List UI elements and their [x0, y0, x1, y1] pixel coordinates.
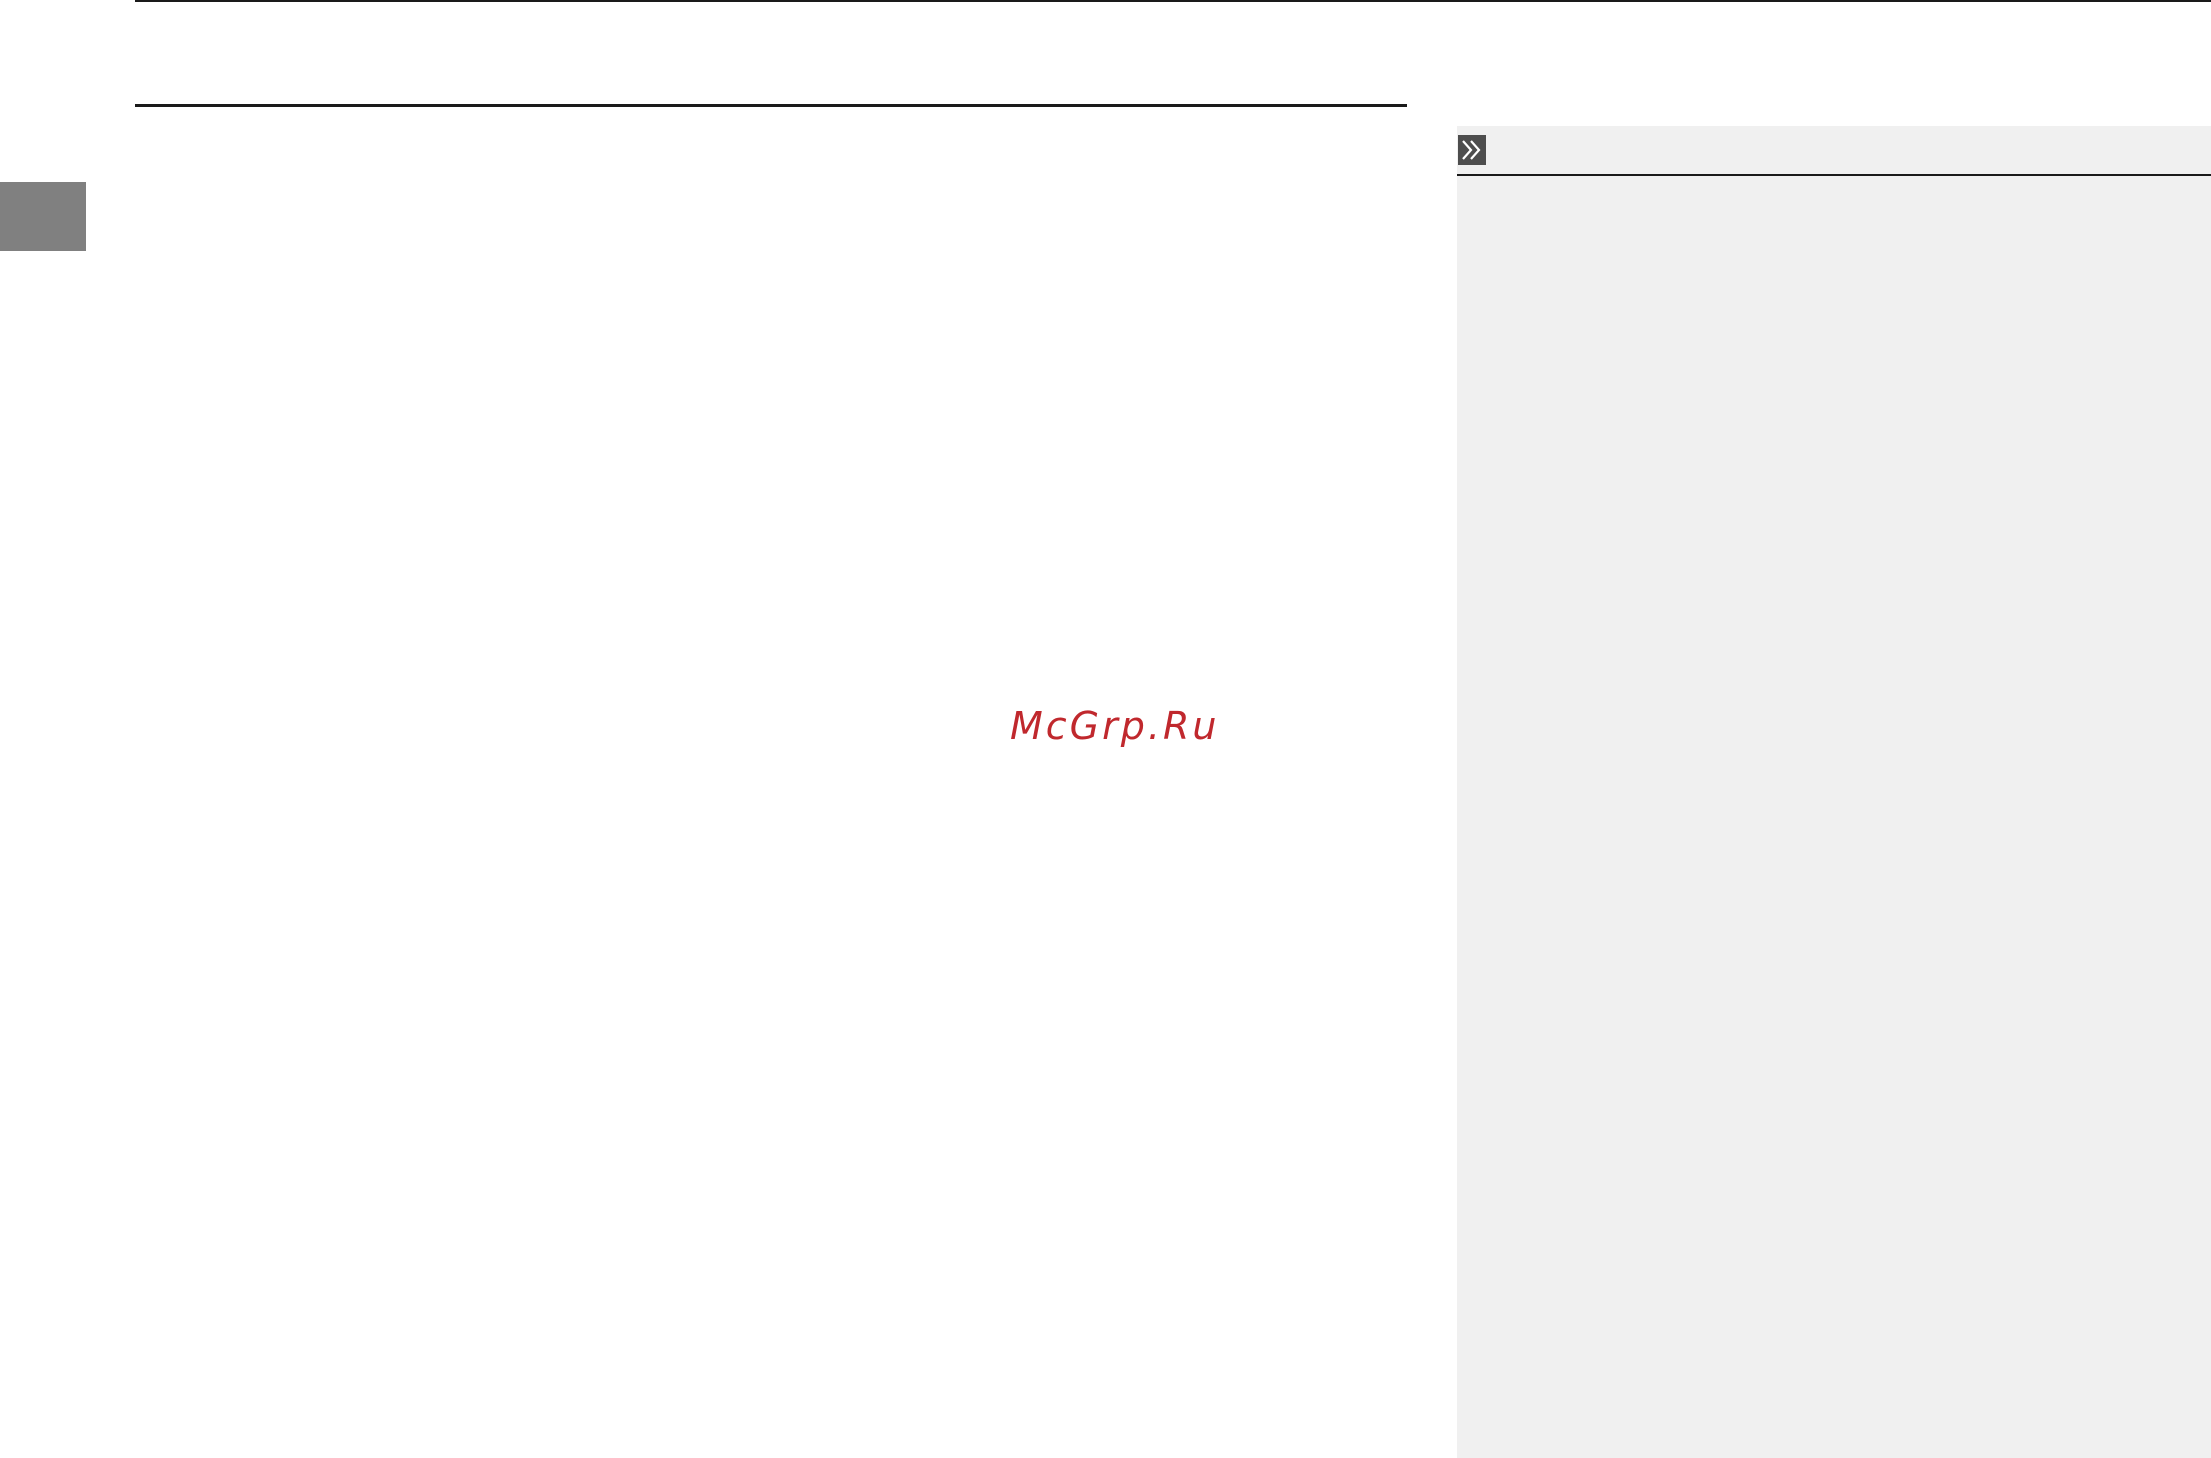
- heading-rule: [135, 104, 1407, 107]
- chapter-tab[interactable]: [0, 182, 86, 251]
- watermark: McGrp.Ru: [1010, 704, 1220, 748]
- side-panel-header: [1457, 126, 2211, 176]
- double-chevron-right-icon: [1458, 135, 1486, 165]
- top-rule: [135, 0, 2211, 2]
- side-notes-panel: [1457, 126, 2211, 1458]
